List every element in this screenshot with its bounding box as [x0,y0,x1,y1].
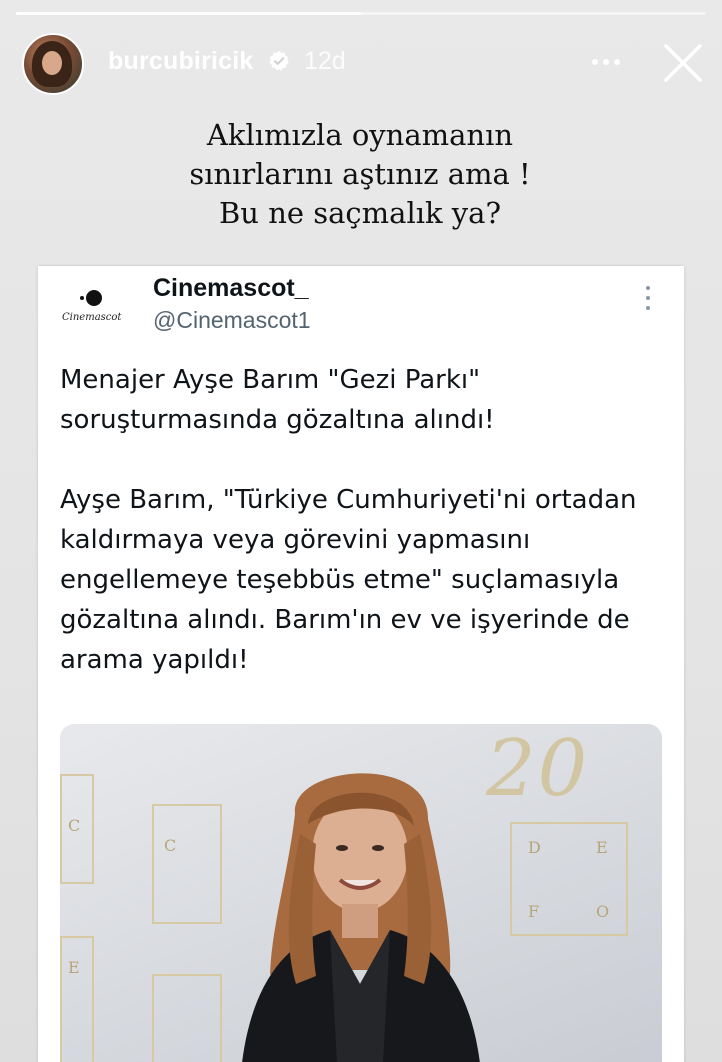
tweet-photo: 20 C C D E F O E [60,724,662,1062]
backdrop-letter: E [68,958,80,977]
verified-badge-icon [269,50,289,71]
backdrop-letter: C [68,816,81,835]
backdrop-frame: D E F O [510,822,628,936]
story-progress-bar [16,12,706,15]
post-time: 12d [304,47,346,75]
logo-text: Cinemascot [62,312,122,323]
more-options-button[interactable] [584,50,628,74]
tweet-body: Menajer Ayşe Barım "Gezi Parkı" soruştur… [60,360,670,680]
story-viewer[interactable]: burcubiricik 12d Aklımızla oynamanın sın… [0,0,722,1062]
avatar[interactable] [22,33,84,95]
backdrop-letter: D [528,838,541,857]
woman-portrait [242,773,480,1062]
tweet-avatar-logo: Cinemascot [58,286,132,330]
tweet-display-name: Cinemascot_ [153,274,309,302]
caption-line: Aklımızla oynamanın [206,118,514,152]
backdrop-letter: C [164,836,177,855]
backdrop-letter: E [596,838,608,857]
tweet-paragraph: Ayşe Barım, "Türkiye Cumhuriyeti'ni orta… [60,485,637,675]
tweet-paragraph: Menajer Ayşe Barım "Gezi Parkı" soruştur… [60,365,495,435]
backdrop-frame: E [60,936,94,1062]
backdrop-frame: C [60,774,94,884]
story-progress-fill [16,12,361,15]
username[interactable]: burcubiricik [108,47,254,76]
story-caption: Aklımızla oynamanın sınırlarını aştınız … [120,116,600,233]
caption-line: sınırlarını aştınız ama ! [189,157,531,191]
tweet-menu-icon [642,286,654,310]
close-icon[interactable] [660,40,706,86]
backdrop-letter: F [528,902,540,921]
tweet-screenshot[interactable]: Cinemascot Cinemascot_ @Cinemascot1 Mena… [38,266,684,1062]
backdrop-letter: O [596,902,610,921]
caption-line: Bu ne saçmalık ya? [218,196,502,230]
tweet-handle: @Cinemascot1 [153,307,311,333]
